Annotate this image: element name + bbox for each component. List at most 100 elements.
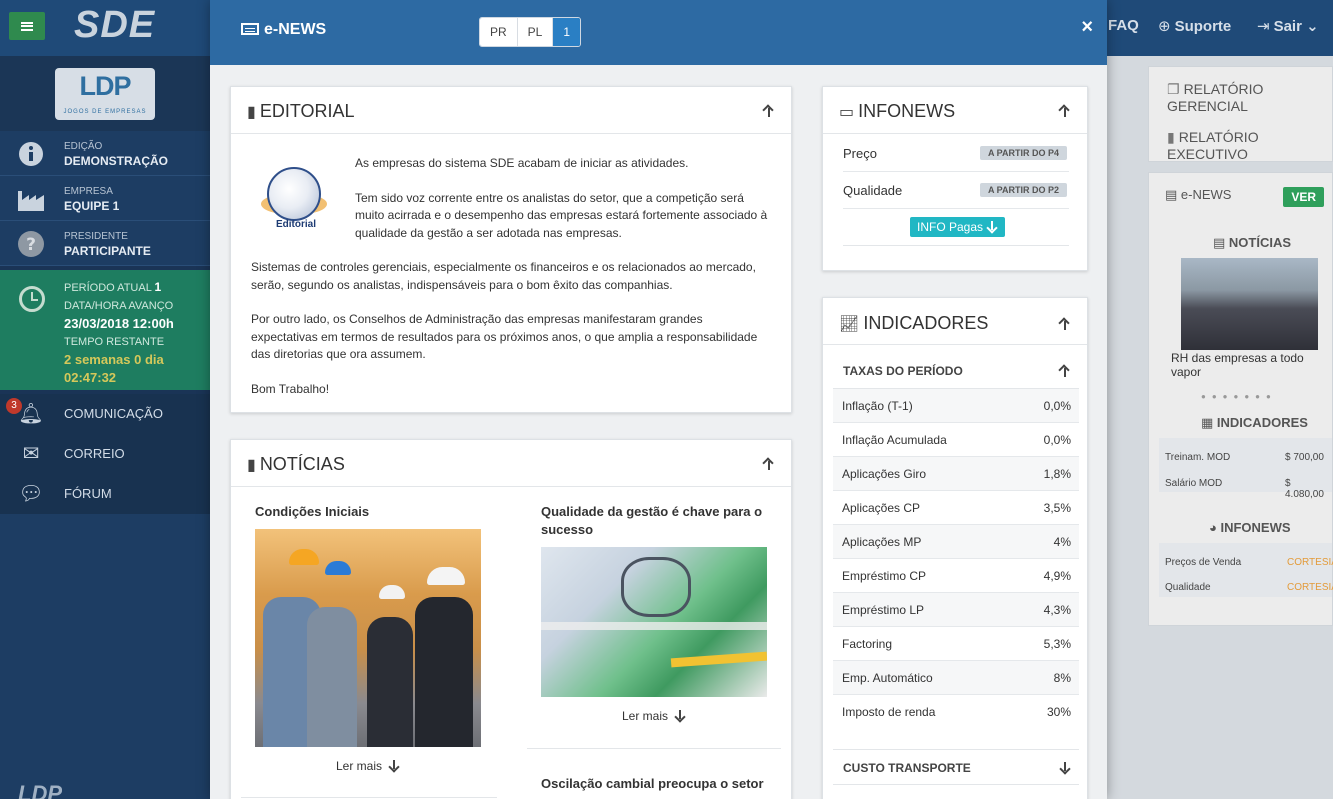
collapse-arrow-icon[interactable] — [763, 105, 775, 117]
news-image-workers[interactable] — [255, 529, 481, 747]
transporte-section-header[interactable]: CUSTO TRANSPORTE — [833, 749, 1079, 785]
period-info: Período atual 1 Data/hora avanço 23/03/2… — [0, 270, 210, 390]
period-selector: PR PL 1 — [479, 17, 582, 47]
reports-panel: ❐ RELATÓRIO GERENCIAL ▮ RELATÓRIO EXECUTIV… — [1148, 66, 1333, 162]
news-item: Condições Iniciais Ler mais — [255, 503, 495, 773]
news-title[interactable]: Condições Iniciais — [255, 503, 495, 521]
indicator-row: Factoring 5,3% — [833, 627, 1079, 661]
svg-text:?: ? — [26, 235, 36, 255]
segment-pl[interactable]: PL — [517, 18, 554, 46]
menu-toggle-button[interactable] — [9, 12, 45, 40]
sidebar-logo-area: LDP JOGOS DE EMPRESAS — [0, 56, 210, 131]
president-info: ? Presidente PARTICIPANTE — [0, 221, 210, 266]
book-icon: ▮ — [247, 457, 256, 474]
lifebuoy-icon: ⊕ — [1158, 18, 1171, 35]
availability-badge: A PARTIR DO P2 — [979, 183, 1067, 197]
sidebar: LDP JOGOS DE EMPRESAS Edição DEMONSTRAÇÃ… — [0, 56, 210, 799]
clock-icon — [19, 286, 45, 312]
sidebar-item-forum[interactable]: 💬︎ Fórum — [0, 474, 210, 514]
infonews-card: ▭ INFONEWS Preço A PARTIR DO P4 Qualidade… — [822, 86, 1088, 271]
table-icon: ▦ — [1201, 415, 1214, 430]
indicator-row: Emp. Automático 8% — [833, 661, 1079, 695]
report-gerencial-link[interactable]: ❐ RELATÓRIO GERENCIAL — [1167, 81, 1332, 114]
user-question-icon: ? — [18, 231, 44, 257]
hamburger-icon — [21, 21, 33, 31]
indicator-row: Aplicações MP 4% — [833, 525, 1079, 559]
modal-header: e-NEWS PR PL 1 × — [210, 0, 1107, 65]
collapse-arrow-icon[interactable] — [1059, 318, 1071, 330]
info-pagas-button[interactable]: INFO Pagas — [910, 217, 1006, 237]
arrow-up-icon — [1059, 365, 1071, 377]
arrow-down-icon — [986, 221, 998, 233]
exit-link[interactable]: ⇥ Sair ⌄ — [1257, 17, 1319, 35]
book-icon: ▮ — [247, 104, 256, 121]
report-executivo-link[interactable]: ▮ RELATÓRIO EXECUTIVO — [1167, 129, 1332, 162]
indicator-row: Aplicações Giro 1,8% — [833, 457, 1079, 491]
noticias-title: ▮ NOTÍCIAS — [247, 454, 345, 474]
envelope-icon: ✉ — [22, 443, 40, 465]
factory-icon — [18, 191, 44, 211]
inbox-icon: ▭ — [839, 104, 855, 121]
availability-badge: A PARTIR DO P4 — [979, 146, 1067, 160]
news-item: Qualidade da gestão é chave para o suces… — [541, 503, 781, 723]
enews-panel: ▤ e-NEWS VER ▤ NOTÍCIAS RH das empresas … — [1148, 172, 1333, 626]
newspaper-icon: ▤ — [1165, 187, 1178, 202]
news-item: Oscilação cambial preocupa o setor — [541, 775, 781, 793]
news-image-finance[interactable] — [541, 547, 767, 697]
info-icon — [19, 142, 43, 166]
taxas-section-header[interactable]: TAXAS DO PERÍODO — [833, 353, 1079, 389]
faq-link[interactable]: FAQ — [1108, 17, 1139, 34]
editorial-logo: Editorial — [261, 167, 329, 233]
arrow-down-icon — [388, 760, 400, 772]
news-title[interactable]: Qualidade da gestão é chave para o suces… — [541, 503, 781, 539]
chevron-down-icon: ⌄ — [1306, 18, 1319, 35]
carousel-dots[interactable]: ●●●●●●● — [1201, 392, 1277, 401]
collapse-arrow-icon[interactable] — [1059, 105, 1071, 117]
news-title[interactable]: Oscilação cambial preocupa o setor — [541, 775, 781, 793]
sidebar-item-correio[interactable]: ✉ Correio — [0, 434, 210, 474]
indicator-row: Inflação (T-1) 0,0% — [833, 389, 1079, 423]
segment-1[interactable]: 1 — [553, 18, 581, 46]
copy-icon: ❐ — [1167, 81, 1180, 97]
brand-logo: SDE — [74, 4, 156, 46]
indicadores-card: 📈︎ INDICADORES TAXAS DO PERÍODO Inflação … — [822, 297, 1088, 799]
sign-out-icon: ⇥ — [1257, 18, 1270, 35]
support-link[interactable]: ⊕ Suporte — [1158, 17, 1231, 35]
indicator-row: Imposto de renda 30% — [842, 705, 1071, 719]
news-photo[interactable] — [1181, 258, 1318, 350]
infonews-row-preco: Preço A PARTIR DO P4 — [843, 135, 1069, 172]
newspaper-icon: ▤ — [1213, 235, 1226, 250]
arrow-down-icon — [674, 710, 686, 722]
line-chart-icon: 📈︎ — [839, 316, 860, 333]
pie-chart-icon: ◕ — [1209, 520, 1217, 535]
close-button[interactable]: × — [1081, 16, 1093, 39]
read-more-link[interactable]: Ler mais — [541, 709, 767, 723]
editorial-body: Sistemas de controles gerenciais, especi… — [251, 260, 758, 396]
read-more-link[interactable]: Ler mais — [255, 759, 481, 773]
footer-logo: LDP — [18, 781, 62, 799]
notification-badge: 3 — [6, 398, 22, 414]
indicator-row: Inflação Acumulada 0,0% — [833, 423, 1079, 457]
arrow-down-icon — [1059, 762, 1071, 774]
editorial-card: ▮ EDITORIAL Editorial As empresas do sist… — [230, 86, 792, 413]
infonews-row-qualidade: Qualidade A PARTIR DO P2 — [843, 172, 1069, 209]
editorial-intro: As empresas do sistema SDE acabam de ini… — [355, 156, 768, 240]
noticias-card: ▮ NOTÍCIAS Condições Iniciais Ler mais Qu… — [230, 439, 792, 799]
indicator-row: Empréstimo LP 4,3% — [833, 593, 1079, 627]
ver-button[interactable]: VER — [1283, 187, 1324, 207]
segment-pr[interactable]: PR — [480, 18, 518, 46]
comments-icon: 💬︎ — [18, 483, 44, 505]
modal-title: e-NEWS — [241, 21, 326, 39]
indicator-row: Aplicações CP 3,5% — [833, 491, 1079, 525]
editorial-title: ▮ EDITORIAL — [247, 101, 355, 121]
company-info: Empresa EQUIPE 1 — [0, 176, 210, 221]
collapse-arrow-icon[interactable] — [763, 458, 775, 470]
file-icon: ▮ — [1167, 129, 1175, 145]
newspaper-icon — [241, 23, 259, 35]
background-right-panel: ❐ RELATÓRIO GERENCIAL ▮ RELATÓRIO EXECUTIV… — [1107, 56, 1333, 799]
infonews-title: ▭ INFONEWS — [839, 101, 956, 121]
enews-modal: e-NEWS PR PL 1 × ▮ EDITORIAL Editorial As… — [210, 0, 1107, 799]
company-logo: LDP JOGOS DE EMPRESAS — [55, 67, 155, 120]
indicator-row: Empréstimo CP 4,9% — [833, 559, 1079, 593]
sidebar-item-comunicacao[interactable]: 🔔︎ 3 Comunicação — [0, 394, 210, 434]
